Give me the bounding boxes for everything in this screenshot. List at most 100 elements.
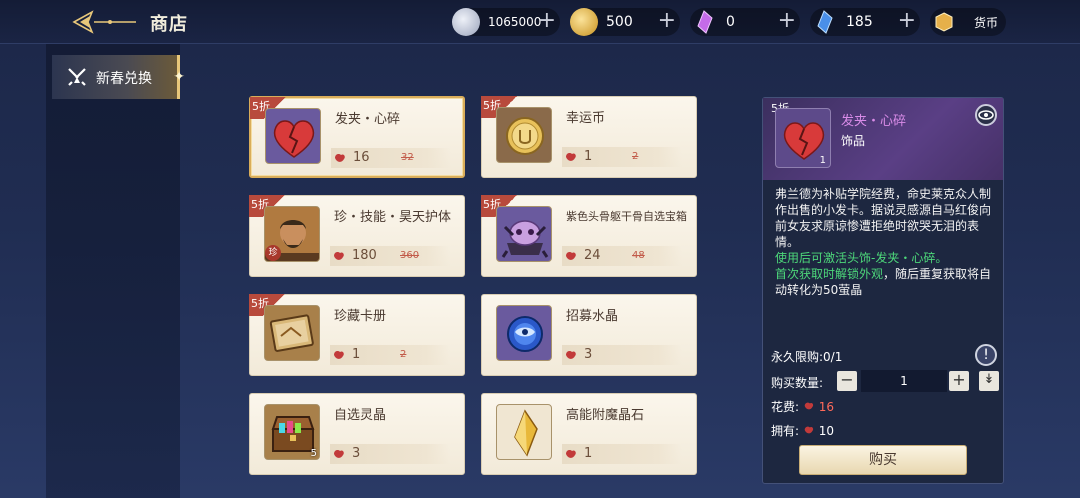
shop-item-card[interactable]: 5折 幸运币 1 2 — [481, 96, 697, 178]
quantity-increase-button[interactable]: + — [949, 371, 969, 391]
item-name: 珍・技能・昊天护体 — [334, 210, 452, 225]
item-price: 24 — [584, 248, 601, 263]
red-coin-icon — [804, 402, 813, 410]
sparkle-icon: ✦ — [173, 69, 185, 85]
item-original-price: 360 — [400, 250, 420, 261]
item-thumbnail — [265, 108, 321, 164]
recruit-crystal-icon — [507, 316, 543, 352]
shop-item-card[interactable]: 招募水晶 3 — [481, 294, 697, 376]
item-price: 16 — [353, 150, 370, 165]
purchase-limit: 永久限购:0/1 — [771, 348, 842, 365]
add-blue-button[interactable]: + — [898, 9, 916, 33]
page-title: 商店 — [150, 14, 188, 35]
item-original-price: 32 — [401, 152, 414, 163]
item-original-price: 2 — [400, 349, 407, 360]
item-name: 紫色头骨躯干骨自选宝箱 — [566, 210, 687, 223]
description-unlock: 首次获取时解锁外观 — [775, 267, 884, 281]
rare-tag: 珍 — [265, 245, 281, 261]
currency-value: 0 — [726, 14, 735, 30]
price-bar: 24 48 — [562, 246, 682, 266]
price-bar: 180 360 — [330, 246, 450, 266]
owned-value: 10 — [818, 424, 834, 438]
cost-label: 花费: — [771, 400, 800, 414]
shop-item-card[interactable]: 5 自选灵晶 3 — [249, 393, 465, 475]
item-thumbnail: 珍 — [264, 206, 320, 262]
silver-coin-icon — [452, 8, 480, 36]
add-gold-button[interactable]: + — [658, 9, 676, 33]
detail-item-name: 发夹・心碎 — [841, 114, 907, 129]
cube-icon — [930, 8, 958, 36]
detail-description[interactable]: 弗兰德为补贴学院经费，命史莱克众人制作出售的小发卡。据说灵感源自马红俊向前女友求… — [775, 186, 995, 306]
detail-header: 5折 1 发夹・心碎 饰品 — [763, 98, 1003, 180]
add-purple-button[interactable]: + — [778, 9, 796, 33]
shop-item-card[interactable]: 5折 珍 珍・技能・昊天护体 180 360 — [249, 195, 465, 277]
currency-menu-button[interactable]: 货币 — [930, 8, 1006, 36]
price-bar: 1 2 — [330, 345, 450, 365]
info-icon[interactable]: ! — [975, 344, 997, 366]
item-original-price: 48 — [632, 250, 645, 261]
item-thumbnail — [496, 305, 552, 361]
currency-gold: 500 + — [570, 8, 680, 36]
shop-item-card[interactable]: 高能附魔晶石 1 — [481, 393, 697, 475]
skull-chest-icon — [501, 220, 549, 258]
blue-crystal-icon — [810, 8, 838, 36]
sidebar-tab-new-year-exchange[interactable]: 新春兑换 ✦ — [52, 55, 185, 99]
currency-value: 1065000 — [488, 15, 542, 29]
item-price: 1 — [584, 446, 593, 461]
price-bar: 3 — [330, 444, 450, 464]
item-count-badge: 5 — [310, 448, 317, 459]
back-arrow-icon — [72, 10, 136, 34]
card-album-icon — [265, 306, 319, 360]
item-name: 珍藏卡册 — [334, 309, 387, 324]
price-bar: 16 32 — [331, 148, 451, 168]
owned-label: 拥有: — [771, 424, 800, 438]
top-bar: 商店 1065000 + 500 + 0 + 185 + 货币 — [0, 0, 1080, 44]
quantity-decrease-button[interactable]: − — [837, 371, 857, 391]
quantity-label: 购买数量: — [771, 376, 824, 390]
owned-row: 拥有: 10 — [771, 422, 834, 439]
currency-menu-label: 货币 — [974, 16, 999, 30]
item-thumbnail: 5 — [264, 404, 320, 460]
red-coin-icon — [334, 450, 344, 458]
red-coin-icon — [566, 351, 576, 359]
description-effect: 使用后可激活头饰-发夹・心碎。 — [775, 251, 948, 265]
currency-blue: 185 + — [810, 8, 920, 36]
item-name: 招募水晶 — [566, 309, 619, 324]
red-coin-icon — [804, 426, 813, 434]
shop-item-card[interactable]: 5折 发夹・心碎 16 32 — [249, 96, 465, 178]
red-coin-icon — [334, 351, 344, 359]
item-thumbnail — [496, 107, 552, 163]
cost-row: 花费: 16 — [771, 398, 834, 415]
back-button[interactable] — [70, 8, 138, 36]
item-name: 发夹・心碎 — [335, 112, 401, 127]
shop-item-card[interactable]: 5折 珍藏卡册 1 2 — [249, 294, 465, 376]
detail-item-type: 饰品 — [841, 134, 866, 148]
currency-value: 185 — [846, 14, 873, 30]
sidebar — [46, 44, 180, 498]
currency-silver: 1065000 + — [452, 8, 560, 36]
item-price: 180 — [352, 248, 377, 263]
red-coin-icon — [566, 252, 576, 260]
sidebar-tab-label: 新春兑换 — [96, 71, 152, 87]
quantity-input[interactable]: 1 — [861, 370, 947, 392]
item-price: 3 — [584, 347, 593, 362]
preview-eye-icon[interactable] — [975, 104, 997, 126]
broken-heart-icon — [273, 120, 315, 158]
item-price: 1 — [352, 347, 361, 362]
item-price: 3 — [352, 446, 361, 461]
item-name: 自选灵晶 — [334, 408, 387, 423]
buy-button[interactable]: 购买 — [799, 445, 967, 475]
item-thumbnail — [496, 404, 552, 460]
currency-value: 500 — [606, 14, 633, 30]
item-name: 高能附魔晶石 — [566, 408, 645, 423]
shop-item-card[interactable]: 5折 紫色头骨躯干骨自选宝箱 24 48 — [481, 195, 697, 277]
item-detail-panel: 5折 1 发夹・心碎 饰品 弗兰德为补贴学院经费，命史莱克众人制作出售的小发卡。… — [762, 97, 1004, 484]
quantity-max-button[interactable]: ↡ — [979, 371, 999, 391]
item-thumbnail — [496, 206, 552, 262]
item-original-price: 2 — [632, 151, 639, 162]
add-silver-button[interactable]: + — [538, 9, 556, 33]
red-coin-icon — [335, 154, 345, 162]
price-bar: 1 2 — [562, 147, 682, 167]
detail-count: 1 — [819, 155, 826, 166]
lucky-coin-icon — [506, 117, 544, 155]
